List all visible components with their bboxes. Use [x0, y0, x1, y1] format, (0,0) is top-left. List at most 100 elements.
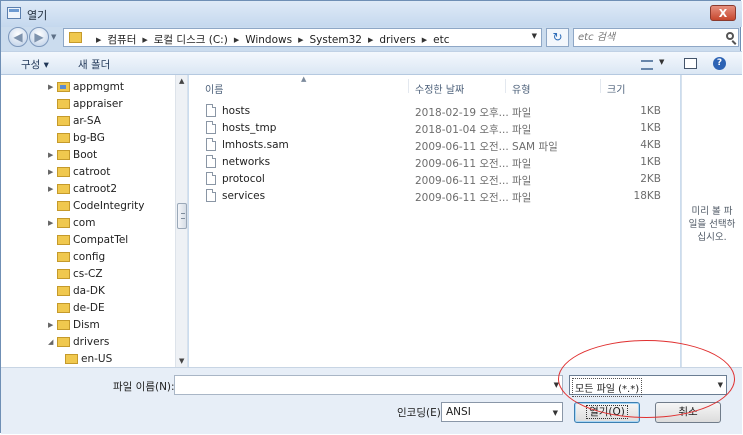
- breadcrumb-system32[interactable]: System32: [309, 34, 362, 46]
- file-row[interactable]: hosts_tmp 2018-01-04 오후... 파일 1KB: [199, 120, 679, 137]
- file-type: 파일: [512, 192, 532, 204]
- open-button-label: 열기(O): [586, 405, 628, 419]
- filter-dropdown-icon[interactable]: ▼: [718, 381, 723, 389]
- file-type: 파일: [512, 124, 532, 136]
- column-header-date[interactable]: 수정한 날짜: [415, 81, 464, 96]
- tree-item[interactable]: ▶ catroot2: [1, 181, 175, 198]
- filename-dropdown-icon[interactable]: ▼: [554, 381, 559, 389]
- tree-item[interactable]: appraiser: [1, 96, 175, 113]
- file-date: 2009-06-11 오전...: [415, 141, 509, 153]
- column-divider[interactable]: [600, 79, 601, 93]
- column-header-type[interactable]: 유형: [512, 81, 530, 96]
- search-icon[interactable]: [726, 32, 734, 40]
- back-button[interactable]: ◀: [8, 27, 28, 47]
- tree-item-label: bg-BG: [73, 132, 105, 144]
- scroll-thumb[interactable]: [177, 203, 187, 229]
- nav-scrollbar[interactable]: ▲ ▼: [175, 75, 187, 367]
- tree-item-label: config: [73, 251, 106, 263]
- expand-arrow-icon[interactable]: ▶: [48, 83, 53, 91]
- chevron-right-icon[interactable]: ▶: [142, 36, 147, 44]
- tree-item[interactable]: CompatTel: [1, 232, 175, 249]
- tree-item[interactable]: config: [1, 249, 175, 266]
- breadcrumb-drivers[interactable]: drivers: [379, 34, 415, 46]
- tree-item[interactable]: ▶ Boot: [1, 147, 175, 164]
- folder-icon: [57, 167, 70, 177]
- forward-button[interactable]: ▶: [29, 27, 49, 47]
- help-icon[interactable]: ?: [713, 57, 726, 70]
- preview-message-line: 일을 선택하: [688, 219, 736, 230]
- breadcrumb-local-disk[interactable]: 로컬 디스크 (C:): [154, 32, 228, 47]
- breadcrumb: ▶ 컴퓨터 ▶ 로컬 디스크 (C:) ▶ Windows ▶ System32…: [90, 32, 450, 47]
- search-box[interactable]: [573, 28, 739, 47]
- folder-icon: [65, 354, 78, 364]
- close-button[interactable]: X: [710, 5, 736, 21]
- tree-item[interactable]: ▶ appmgmt: [1, 79, 175, 96]
- organize-button[interactable]: 구성 ▾: [21, 57, 49, 72]
- command-bar: 구성 ▾ 새 폴더 ▼ ?: [1, 51, 742, 75]
- view-dropdown-icon[interactable]: ▼: [659, 58, 664, 66]
- tree-item[interactable]: bg-BG: [1, 130, 175, 147]
- expand-arrow-icon[interactable]: ▶: [48, 168, 53, 176]
- folder-icon: [57, 337, 70, 347]
- file-row[interactable]: networks 2009-06-11 오전... 파일 1KB: [199, 154, 679, 171]
- tree-item[interactable]: da-DK: [1, 283, 175, 300]
- refresh-button[interactable]: ↻: [546, 28, 569, 47]
- encoding-value: ANSI: [446, 406, 471, 418]
- expand-arrow-icon[interactable]: ▶: [48, 185, 53, 193]
- tree-item[interactable]: cs-CZ: [1, 266, 175, 283]
- address-bar[interactable]: ▶ 컴퓨터 ▶ 로컬 디스크 (C:) ▶ Windows ▶ System32…: [63, 28, 542, 47]
- tree-item-label: Dism: [73, 319, 100, 331]
- tree-item[interactable]: CodeIntegrity: [1, 198, 175, 215]
- file-row[interactable]: services 2009-06-11 오전... 파일 18KB: [199, 188, 679, 205]
- filename-input[interactable]: ▼: [174, 375, 563, 395]
- breadcrumb-windows[interactable]: Windows: [245, 34, 292, 46]
- column-divider[interactable]: [408, 79, 409, 93]
- encoding-dropdown-icon[interactable]: ▼: [553, 409, 558, 417]
- tree-item[interactable]: ar-SA: [1, 113, 175, 130]
- tree-item[interactable]: ▶ com: [1, 215, 175, 232]
- tree-item-label: da-DK: [73, 285, 105, 297]
- tree-item-label: catroot: [73, 166, 111, 178]
- new-folder-button[interactable]: 새 폴더: [78, 57, 110, 72]
- tree-item[interactable]: en-US: [1, 351, 175, 367]
- tree-item[interactable]: ◢ drivers: [1, 334, 175, 351]
- folder-icon: [57, 286, 70, 296]
- folder-icon: [57, 269, 70, 279]
- column-divider[interactable]: [505, 79, 506, 93]
- tree-item[interactable]: ▶ catroot: [1, 164, 175, 181]
- tree-item[interactable]: ▶ Dism: [1, 317, 175, 334]
- column-header-name[interactable]: 이름: [205, 81, 223, 96]
- chevron-right-icon[interactable]: ▶: [422, 36, 427, 44]
- file-row[interactable]: protocol 2009-06-11 오전... 파일 2KB: [199, 171, 679, 188]
- folder-icon: [57, 184, 70, 194]
- encoding-select[interactable]: ANSI ▼: [441, 402, 563, 422]
- preview-pane-icon[interactable]: [684, 58, 697, 69]
- expand-arrow-icon[interactable]: ▶: [48, 219, 53, 227]
- open-button[interactable]: 열기(O): [574, 402, 640, 423]
- tree-item-label: appmgmt: [73, 81, 125, 93]
- collapse-arrow-icon[interactable]: ◢: [48, 338, 53, 346]
- breadcrumb-computer[interactable]: 컴퓨터: [107, 32, 136, 47]
- breadcrumb-etc[interactable]: etc: [433, 34, 449, 46]
- scroll-down-icon[interactable]: ▼: [179, 357, 184, 365]
- cancel-button[interactable]: 취소: [655, 402, 721, 423]
- scroll-up-icon[interactable]: ▲: [179, 77, 184, 85]
- file-row[interactable]: lmhosts.sam 2009-06-11 오전... SAM 파일 4KB: [199, 137, 679, 154]
- chevron-right-icon[interactable]: ▶: [234, 36, 239, 44]
- address-dropdown-icon[interactable]: ▼: [532, 32, 537, 40]
- chevron-right-icon[interactable]: ▶: [96, 36, 101, 44]
- file-type-filter[interactable]: 모든 파일 (*.*) ▼: [569, 375, 727, 397]
- column-header-size[interactable]: 크기: [607, 81, 625, 96]
- tree-item-label: CodeIntegrity: [73, 200, 145, 212]
- view-icon[interactable]: [641, 60, 653, 70]
- chevron-right-icon[interactable]: ▶: [368, 36, 373, 44]
- expand-arrow-icon[interactable]: ▶: [48, 151, 53, 159]
- file-row[interactable]: hosts 2018-02-19 오후... 파일 1KB: [199, 103, 679, 120]
- search-input[interactable]: [578, 31, 713, 44]
- open-dialog: 열기 X ◀ ▶ ▼ ▶ 컴퓨터 ▶ 로컬 디스크 (C:) ▶ Windows…: [0, 0, 742, 434]
- tree-item[interactable]: de-DE: [1, 300, 175, 317]
- recent-locations-dropdown[interactable]: ▼: [51, 33, 56, 41]
- expand-arrow-icon[interactable]: ▶: [48, 321, 53, 329]
- chevron-right-icon[interactable]: ▶: [298, 36, 303, 44]
- tree-item-label: com: [73, 217, 96, 229]
